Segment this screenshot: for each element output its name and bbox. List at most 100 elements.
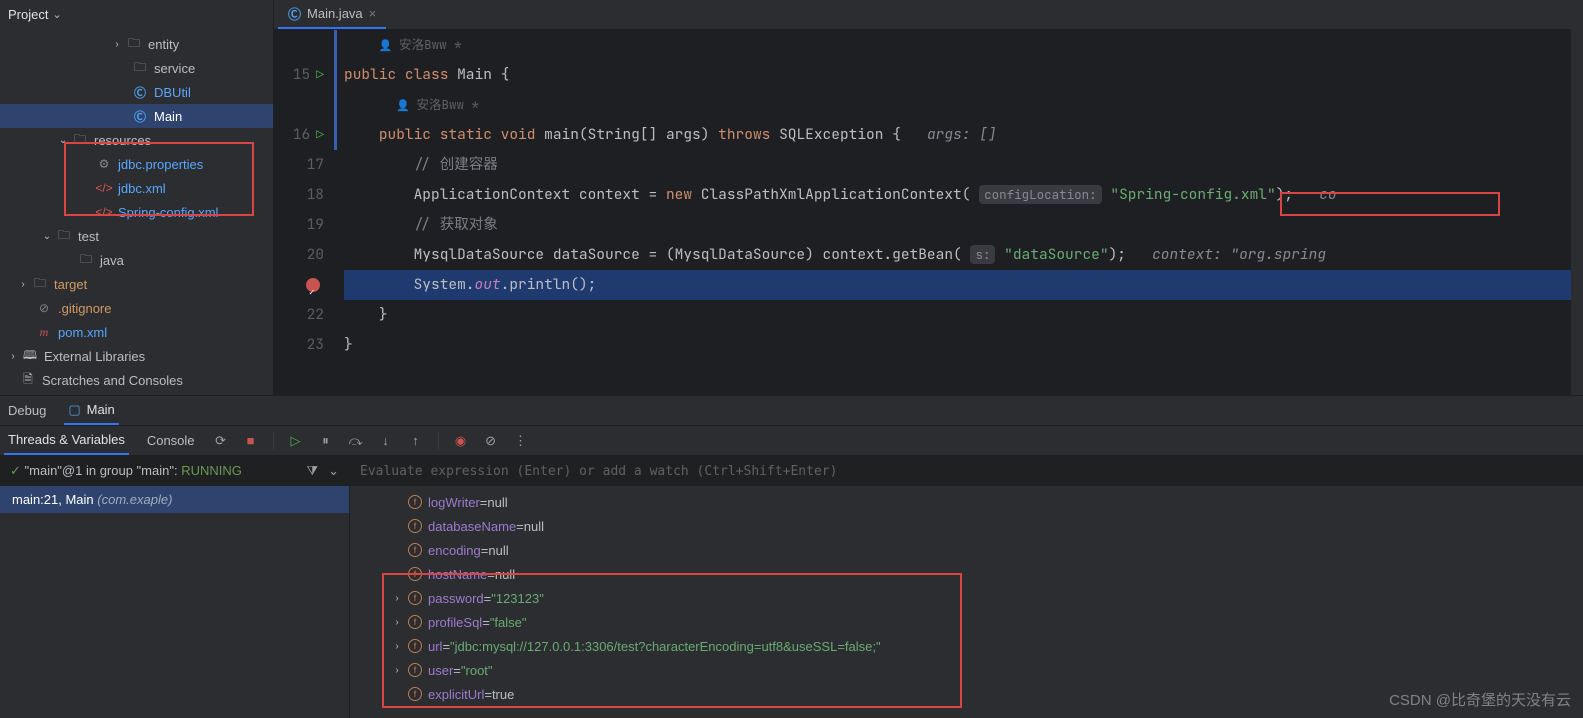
folder-icon: 🗀: [56, 228, 72, 244]
tree-item-test[interactable]: ⌄🗀test: [0, 224, 273, 248]
tree-label: External Libraries: [44, 349, 145, 364]
variable-row[interactable]: ›furl = "jdbc:mysql://127.0.0.1:3306/tes…: [350, 634, 1583, 658]
tree-label: Spring-config.xml: [118, 205, 218, 220]
variable-row[interactable]: fencoding = null: [350, 538, 1583, 562]
gutter-row: 18: [274, 180, 324, 210]
variable-tree[interactable]: flogWriter = nullfdatabaseName = nullfen…: [350, 486, 1583, 718]
tree-label: test: [78, 229, 99, 244]
gutter-row[interactable]: 15▷: [274, 60, 324, 90]
chevron-right-icon[interactable]: ›: [390, 641, 404, 652]
mute-breakpoints-icon[interactable]: ⊘: [483, 433, 499, 449]
variable-row[interactable]: fexplicitUrl = true: [350, 682, 1583, 706]
frames-panel: ✓ "main"@1 in group "main": RUNNING ⧩⌄ m…: [0, 456, 350, 718]
step-into-icon[interactable]: ↓: [378, 433, 394, 449]
chevron-down-icon: ⌄: [56, 135, 70, 146]
close-icon[interactable]: ×: [369, 6, 377, 21]
gutter-row[interactable]: 16▷: [274, 120, 324, 150]
variable-name: hostName: [428, 567, 487, 582]
tree-label: resources: [94, 133, 151, 148]
variable-value: "false": [490, 615, 527, 630]
variable-name: explicitUrl: [428, 687, 484, 702]
tree-item-jdbc-properties[interactable]: ⚙jdbc.properties: [0, 152, 273, 176]
tree-label: jdbc.properties: [118, 157, 203, 172]
author-chip: 安洛Bww *: [379, 36, 462, 53]
gitignore-icon: ⊘: [36, 300, 52, 316]
tree-item-gitignore[interactable]: ⊘.gitignore: [0, 296, 273, 320]
project-tree[interactable]: ›🗀entity 🗀service ⒸDBUtil ⒸMain ⌄🗀resour…: [0, 28, 273, 395]
variable-row[interactable]: ›fprofileSql = "false": [350, 610, 1583, 634]
tree-item-jdbc-xml[interactable]: </>jdbc.xml: [0, 176, 273, 200]
tree-label: target: [54, 277, 87, 292]
project-title: Project: [8, 7, 48, 22]
variable-name: encoding: [428, 543, 481, 558]
tree-label: pom.xml: [58, 325, 107, 340]
tab-main-java[interactable]: Ⓒ Main.java ×: [278, 1, 386, 29]
folder-icon: 🗀: [32, 276, 48, 292]
variable-row[interactable]: ›fpassword = "123123": [350, 586, 1583, 610]
variable-value: "123123": [491, 591, 544, 606]
field-icon: f: [408, 495, 422, 509]
run-icon[interactable]: ▷: [316, 60, 324, 90]
tree-item-dbutil[interactable]: ⒸDBUtil: [0, 80, 273, 104]
tree-item-scratches[interactable]: 🗎Scratches and Consoles: [0, 368, 273, 392]
folder-icon: 🗀: [132, 60, 148, 76]
gutter-row[interactable]: [274, 270, 324, 300]
view-breakpoints-icon[interactable]: ◉: [453, 433, 469, 449]
xml-icon: </>: [96, 204, 112, 220]
subtab-threads-vars[interactable]: Threads & Variables: [4, 426, 129, 455]
field-icon: f: [408, 519, 422, 533]
chevron-right-icon[interactable]: ›: [390, 665, 404, 676]
variable-name: profileSql: [428, 615, 482, 630]
stop-icon[interactable]: ■: [243, 433, 259, 449]
variable-name: logWriter: [428, 495, 480, 510]
tree-item-spring-config[interactable]: </> Spring-config.xml: [0, 200, 273, 224]
code-content[interactable]: 安洛Bww * public class Main { 安洛Bww * publ…: [334, 30, 1583, 395]
run-icon[interactable]: ▷: [316, 120, 324, 150]
field-icon: f: [408, 663, 422, 677]
chevron-down-icon[interactable]: ⌄: [328, 463, 339, 479]
tree-item-pom[interactable]: mpom.xml: [0, 320, 273, 344]
marker-bar[interactable]: [1571, 0, 1583, 395]
step-over-icon[interactable]: ⤼: [348, 433, 364, 449]
step-out-icon[interactable]: ↑: [408, 433, 424, 449]
field-icon: f: [408, 687, 422, 701]
field-icon: f: [408, 591, 422, 605]
gutter-row: 19: [274, 210, 324, 240]
variable-name: url: [428, 639, 442, 654]
tab-debug[interactable]: Debug: [4, 396, 50, 425]
tree-item-service[interactable]: 🗀service: [0, 56, 273, 80]
frame-item[interactable]: main:21, Main (com.exaple): [0, 486, 349, 513]
variable-row[interactable]: fdatabaseName = null: [350, 514, 1583, 538]
tab-main-debug[interactable]: ▢Main: [64, 396, 118, 425]
tree-item-target[interactable]: ›🗀target: [0, 272, 273, 296]
project-panel-header[interactable]: Project ⌄: [0, 0, 273, 28]
resume-icon[interactable]: ▷: [288, 433, 304, 449]
code-editor[interactable]: 15▷ 16▷ 17 18 19 20 22 23 安洛Bww * public…: [274, 30, 1583, 395]
gutter-row: 23: [274, 330, 324, 360]
field-icon: f: [408, 615, 422, 629]
funnel-icon[interactable]: ⧩: [306, 463, 318, 479]
chevron-right-icon[interactable]: ›: [390, 617, 404, 628]
variable-row[interactable]: fhostName = null: [350, 562, 1583, 586]
tree-item-java[interactable]: 🗀java: [0, 248, 273, 272]
class-icon: Ⓒ: [132, 108, 148, 124]
debug-tool-tabs: Debug ▢Main: [0, 396, 1583, 426]
frames-header[interactable]: ✓ "main"@1 in group "main": RUNNING ⧩⌄: [0, 456, 349, 486]
gutter: 15▷ 16▷ 17 18 19 20 22 23: [274, 30, 334, 395]
tree-item-main[interactable]: ⒸMain: [0, 104, 273, 128]
variable-row[interactable]: ›fuser = "root": [350, 658, 1583, 682]
subtab-console[interactable]: Console: [143, 426, 199, 455]
breakpoint-icon[interactable]: [306, 278, 320, 292]
field-icon: f: [408, 567, 422, 581]
evaluate-expression-input[interactable]: Evaluate expression (Enter) or add a wat…: [350, 456, 1583, 486]
chevron-down-icon: ⌄: [52, 8, 61, 21]
tree-item-entity[interactable]: ›🗀entity: [0, 32, 273, 56]
more-icon[interactable]: ⋮: [513, 433, 529, 449]
pause-icon[interactable]: ⏸: [318, 433, 334, 449]
rerun-icon[interactable]: ⟳: [213, 433, 229, 449]
chevron-right-icon[interactable]: ›: [390, 593, 404, 604]
class-icon: Ⓒ: [132, 84, 148, 100]
variable-row[interactable]: flogWriter = null: [350, 490, 1583, 514]
tree-item-external-libraries[interactable]: ›🕮External Libraries: [0, 344, 273, 368]
tree-item-resources[interactable]: ⌄🗀resources: [0, 128, 273, 152]
